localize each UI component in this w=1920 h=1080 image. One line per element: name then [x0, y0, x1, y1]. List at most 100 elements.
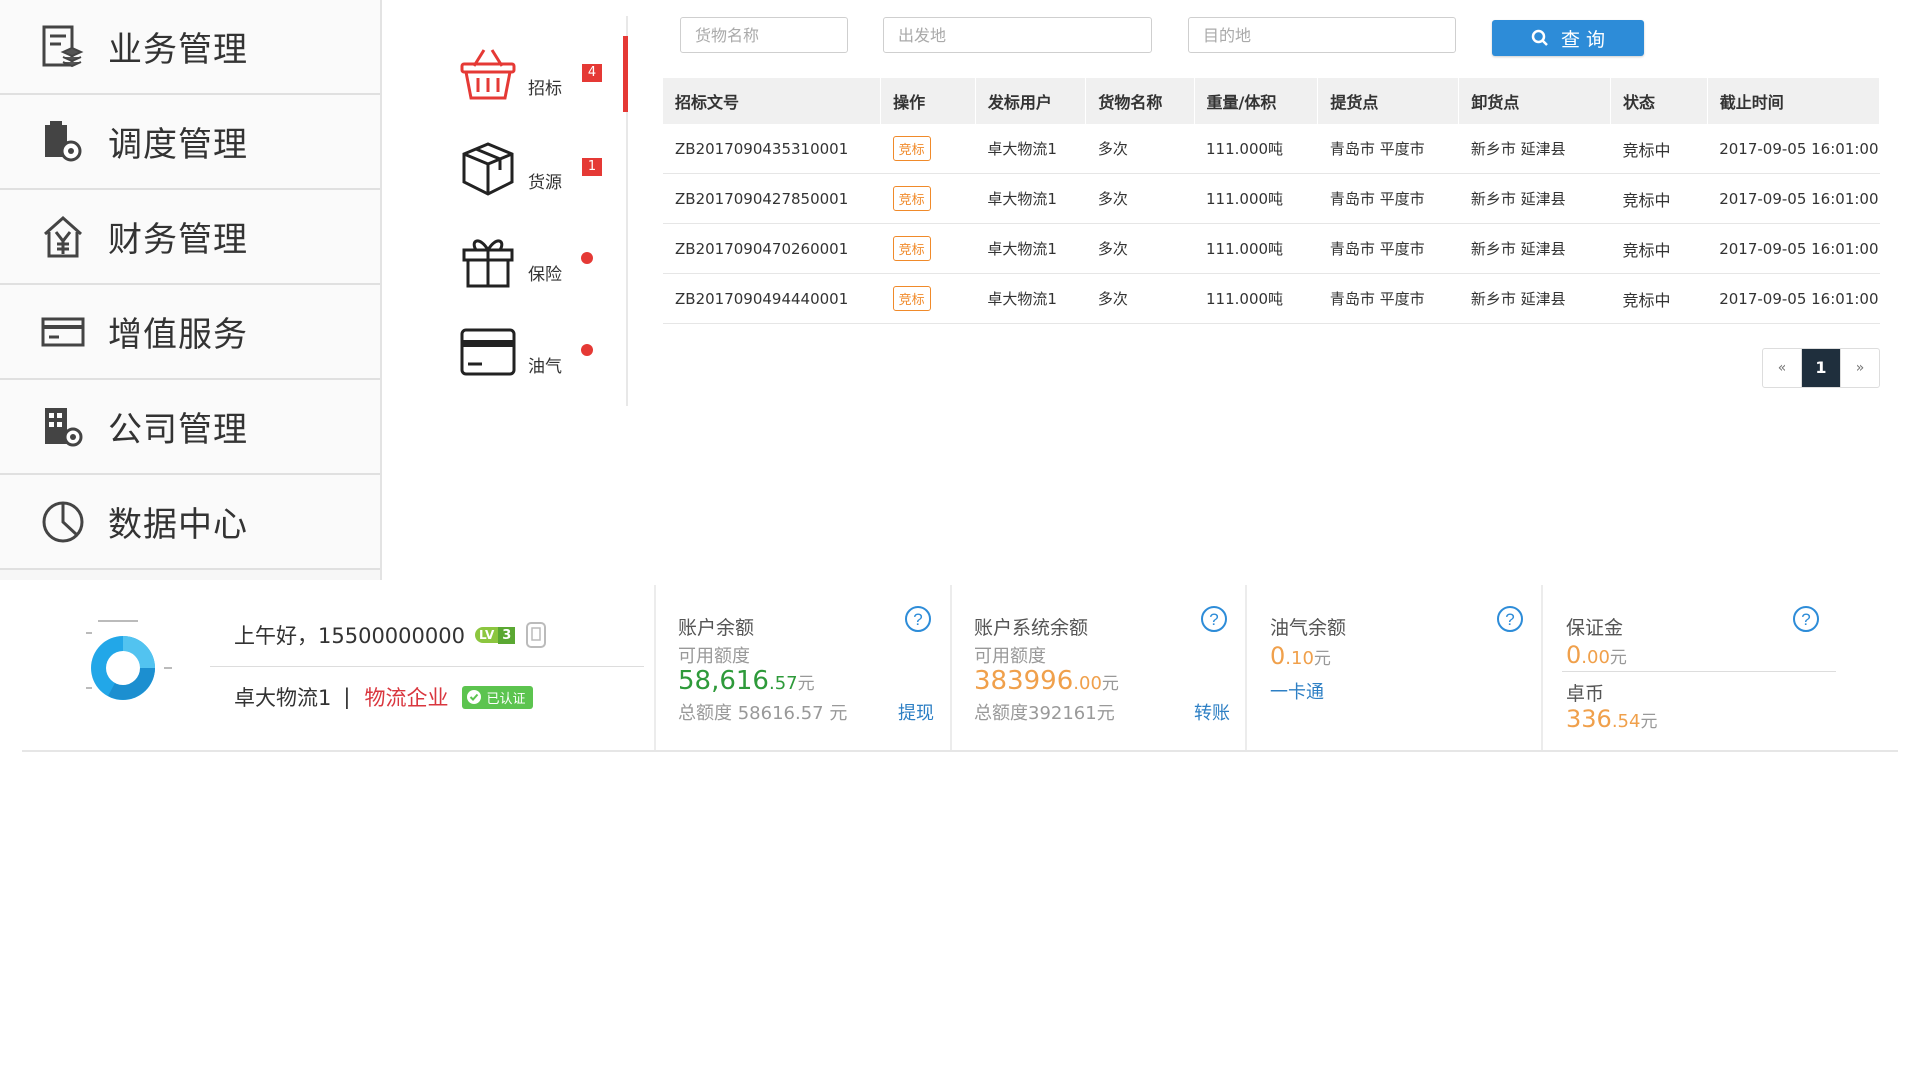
current-page-button[interactable]: 1 — [1802, 349, 1841, 387]
nav-label: 增值服务 — [108, 315, 248, 355]
unload-cell: 新乡市 延津县 — [1458, 173, 1611, 224]
weight-cell: 111.000吨 — [1194, 124, 1318, 174]
quick-item-bidding[interactable]: 招标 4 — [458, 44, 618, 114]
help-icon[interactable]: ? — [1496, 605, 1524, 633]
nav-item-finance[interactable]: 财务管理 — [0, 190, 380, 285]
table-row: ZB2017090470260001 竞标 卓大物流1 多次 111.000吨 … — [663, 223, 1880, 274]
level-badge: LV 3 — [474, 626, 516, 644]
deadline-cell: 2017-09-05 16:01:00 — [1707, 223, 1880, 274]
help-icon[interactable]: ? — [1200, 605, 1228, 633]
withdraw-link[interactable]: 提现 — [898, 699, 934, 725]
bid-button[interactable]: 竞标 — [892, 236, 931, 261]
deposit-title: 保证金 — [1566, 617, 1624, 639]
mobile-phone-icon[interactable] — [525, 621, 547, 649]
dispatch-gear-icon — [38, 117, 88, 167]
action-cell: 竞标 — [880, 273, 976, 324]
action-cell: 竞标 — [880, 223, 976, 274]
quick-item-oil[interactable]: 油气 — [458, 322, 618, 392]
nav-item-business[interactable]: 业务管理 — [0, 0, 380, 95]
transfer-link[interactable]: 转账 — [1194, 699, 1230, 725]
pagination: « 1 » — [1762, 348, 1880, 388]
bid-button[interactable]: 竞标 — [892, 286, 931, 311]
balance-amount: 58,616.57元 — [678, 666, 815, 696]
search-button[interactable]: 查 询 — [1492, 20, 1644, 56]
nav-label: 公司管理 — [108, 410, 248, 450]
origin-input[interactable] — [883, 17, 1152, 53]
amount-decimal: .57 — [768, 673, 798, 694]
panel-divider — [1541, 585, 1543, 750]
col-bid-no: 招标文号 — [663, 78, 882, 124]
nav-item-company[interactable]: 公司管理 — [0, 380, 380, 475]
action-cell: 竞标 — [880, 124, 976, 174]
amount-unit: 元 — [1609, 648, 1627, 668]
left-nav: 业务管理 调度管理 财务管理 增值服务 公司管理 数据中心 — [0, 0, 382, 580]
level-prefix: LV — [474, 627, 499, 643]
help-icon[interactable]: ? — [904, 605, 932, 633]
table-row: ZB2017090494440001 竞标 卓大物流1 多次 111.000吨 … — [663, 273, 1880, 324]
table-row: ZB2017090427850001 竞标 卓大物流1 多次 111.000吨 … — [663, 173, 1880, 224]
deposit-divider — [1562, 671, 1836, 672]
next-page-button[interactable]: » — [1841, 349, 1879, 387]
quick-item-cargo[interactable]: 货源 1 — [458, 138, 618, 208]
help-icon[interactable]: ? — [1792, 605, 1820, 633]
svg-text:?: ? — [1209, 610, 1218, 629]
gift-icon — [462, 239, 514, 288]
quick-label: 油气 — [528, 357, 562, 377]
pickup-cell: 青岛市 平度市 — [1317, 273, 1459, 324]
amount-integer: 336 — [1566, 705, 1612, 733]
amount-unit: 元 — [1101, 674, 1119, 694]
system-balance-title: 账户系统余额 — [974, 617, 1089, 639]
notification-dot — [581, 344, 593, 356]
amount-decimal: .00 — [1073, 673, 1102, 694]
nav-label: 调度管理 — [108, 125, 248, 165]
table-header-row: 招标文号 操作 发标用户 货物名称 重量/体积 提货点 卸货点 状态 截止时间 — [663, 78, 1881, 124]
coin-title: 卓币 — [1566, 683, 1605, 705]
notification-dot — [581, 252, 593, 264]
system-balance-card: 账户系统余额 可用额度 ? 383996.00元 总额度392161元 转账 — [974, 585, 1234, 750]
nav-label: 数据中心 — [108, 505, 248, 545]
nav-item-value-added[interactable]: 增值服务 — [0, 285, 380, 380]
bid-no-cell: ZB2017090470260001 — [663, 223, 881, 274]
amount-unit: 元 — [1313, 649, 1331, 669]
status-cell: 竞标中 — [1610, 173, 1708, 224]
amount-decimal: .54 — [1611, 711, 1641, 732]
destination-input[interactable] — [1188, 17, 1456, 53]
deadline-cell: 2017-09-05 16:01:00 — [1707, 273, 1880, 324]
business-doc-icon — [38, 22, 88, 72]
cargo-name-input[interactable] — [680, 17, 848, 53]
quick-item-insurance[interactable]: 保险 — [458, 230, 618, 300]
bid-button[interactable]: 竞标 — [892, 136, 931, 161]
status-cell: 竞标中 — [1610, 124, 1708, 174]
oil-amount: 0.10元 — [1270, 642, 1331, 670]
amount-unit: 元 — [797, 674, 815, 694]
pickup-cell: 青岛市 平度市 — [1317, 173, 1459, 224]
panel-divider — [654, 585, 656, 750]
amount-unit: 元 — [1640, 712, 1658, 732]
basket-icon — [460, 49, 516, 100]
search-button-label: 查 询 — [1560, 28, 1606, 51]
nav-item-dispatch[interactable]: 调度管理 — [0, 95, 380, 190]
panel-divider — [1245, 585, 1247, 750]
one-card-link[interactable]: 一卡通 — [1270, 678, 1324, 704]
nav-item-data-center[interactable]: 数据中心 — [0, 475, 380, 570]
card-icon — [38, 307, 88, 357]
greeting-row: 上午好，15500000000 LV 3 — [234, 620, 547, 650]
prev-page-button[interactable]: « — [1763, 349, 1802, 387]
nav-label: 业务管理 — [108, 30, 248, 70]
level-value: 3 — [498, 626, 516, 644]
bid-button[interactable]: 竞标 — [892, 186, 931, 211]
deposit-amount: 0.00元 — [1566, 641, 1627, 669]
deadline-cell: 2017-09-05 16:01:00 — [1707, 173, 1880, 224]
publisher-cell: 卓大物流1 — [975, 124, 1086, 174]
company-row: 卓大物流1 | 物流企业 已认证 — [234, 682, 534, 712]
status-cell: 竞标中 — [1610, 273, 1708, 324]
amount-integer: 58,616 — [678, 666, 769, 696]
company-type-link[interactable]: 物流企业 — [364, 682, 448, 712]
svg-text:?: ? — [913, 610, 922, 629]
quick-menu: 招标 4 货源 1 保险 油气 — [440, 30, 630, 410]
col-unload: 卸货点 — [1458, 78, 1611, 124]
verified-badge: 已认证 — [462, 685, 534, 709]
unload-cell: 新乡市 延津县 — [1458, 223, 1611, 274]
cargo-cell: 多次 — [1085, 173, 1194, 224]
amount-decimal: .00 — [1581, 647, 1610, 668]
